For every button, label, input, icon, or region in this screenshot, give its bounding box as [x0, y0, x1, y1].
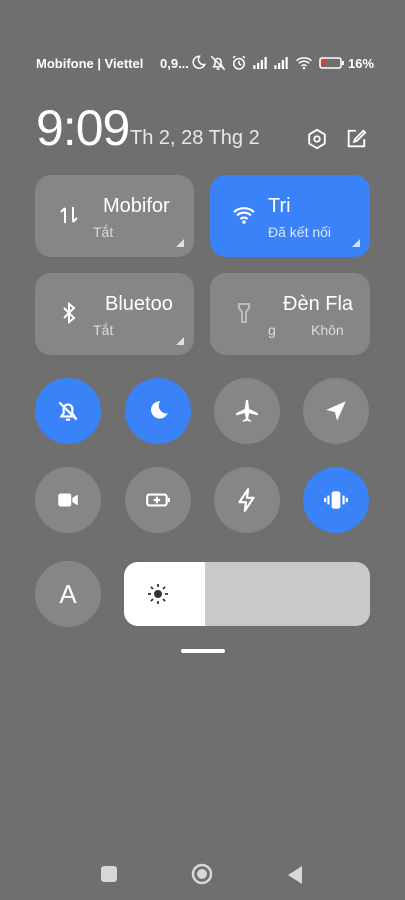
toggle-performance[interactable]	[214, 467, 280, 533]
lightning-icon	[238, 488, 255, 512]
tile-subtitle: Đã kết nối	[268, 224, 332, 240]
tile-mobile-data[interactable]: Mobifor Tắt	[35, 175, 194, 257]
edit-icon[interactable]	[345, 128, 367, 150]
vibrate-icon	[324, 491, 348, 509]
sun-icon	[148, 584, 168, 604]
tile-subtitle: Khôn	[311, 322, 344, 338]
square-recents-icon[interactable]	[101, 866, 117, 882]
triangle-back-icon[interactable]	[286, 865, 304, 885]
tile-title: Đèn Fla	[283, 293, 354, 315]
toggle-airplane[interactable]	[214, 378, 280, 444]
notifications-off-icon	[210, 55, 226, 71]
moon-icon	[151, 401, 168, 419]
carrier-label: Mobifone | Viettel	[36, 56, 144, 71]
bell-off-icon	[58, 401, 78, 421]
status-bar: Mobifone | Viettel 0,9... 16%	[0, 52, 405, 76]
video-camera-icon	[58, 493, 78, 507]
panel-drag-handle[interactable]	[181, 649, 225, 653]
alarm-icon	[232, 55, 246, 70]
battery-low-icon	[319, 57, 344, 69]
airplane-icon	[236, 400, 258, 422]
tile-bluetooth[interactable]: Bluetoo Tắt	[35, 273, 194, 355]
moon-icon	[192, 55, 206, 69]
brightness-slider[interactable]	[124, 562, 370, 626]
signal-icon	[253, 57, 267, 69]
toggle-mute[interactable]	[35, 378, 101, 444]
settings-icon[interactable]	[306, 128, 328, 150]
tile-title: Mobifor	[103, 195, 170, 217]
date-label: Th 2, 28 Thg 2	[130, 127, 260, 149]
toggle-battery-saver[interactable]	[125, 467, 191, 533]
tile-flashlight[interactable]: Đèn Fla g Khôn	[210, 273, 370, 355]
network-speed: 0,9...	[160, 56, 189, 71]
tile-title: Tri	[268, 195, 291, 217]
signal-icon	[274, 57, 288, 69]
expand-corner-icon[interactable]	[176, 239, 184, 247]
tile-subtitle: Tắt	[93, 322, 114, 338]
data-transfer-icon	[60, 207, 78, 223]
tile-subtitle: Tắt	[93, 224, 114, 240]
clock: 9:09	[36, 100, 130, 156]
battery-percent: 16%	[348, 56, 375, 71]
auto-brightness-button[interactable]: A	[35, 561, 101, 627]
toggle-location[interactable]	[303, 378, 369, 444]
circle-home-icon[interactable]	[191, 863, 213, 885]
bluetooth-icon	[63, 301, 76, 325]
flashlight-icon	[238, 303, 250, 323]
toggle-vibrate[interactable]	[303, 467, 369, 533]
toggle-dnd[interactable]	[125, 378, 191, 444]
tile-wifi[interactable]: Tri Đã kết nối	[210, 175, 370, 257]
wifi-icon	[296, 57, 312, 70]
tile-subtitle-left: g	[268, 322, 276, 338]
battery-saver-icon	[146, 493, 170, 507]
toggle-screen-record[interactable]	[35, 467, 101, 533]
wifi-icon	[233, 207, 255, 224]
expand-corner-icon[interactable]	[352, 239, 360, 247]
expand-corner-icon[interactable]	[176, 337, 184, 345]
location-icon	[326, 401, 346, 421]
tile-title: Bluetoo	[105, 293, 173, 315]
